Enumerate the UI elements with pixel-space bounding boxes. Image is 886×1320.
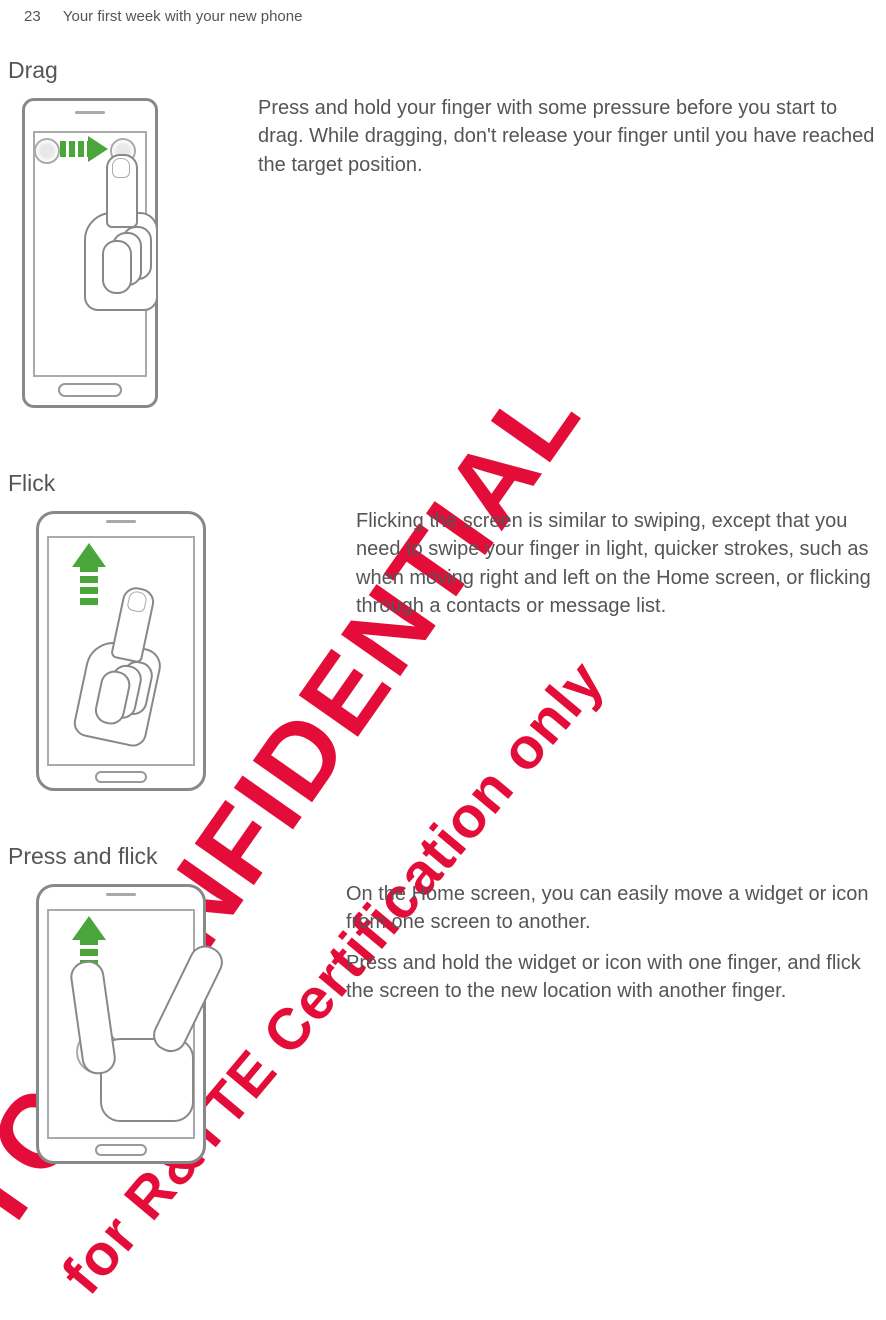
body-press-and-flick-1: On the Home screen, you can easily move … xyxy=(346,880,886,937)
page-number: 23 xyxy=(24,8,41,25)
two-finger-hand-icon xyxy=(72,940,232,1130)
section-title-flick: Flick xyxy=(8,470,886,497)
section-flick: Flick xyxy=(0,470,886,811)
section-title-drag: Drag xyxy=(8,57,886,84)
figure-flick xyxy=(36,507,336,811)
section-press-and-flick: Press and flick xyxy=(0,843,886,1204)
chapter-title: Your first week with your new phone xyxy=(63,8,303,25)
figure-press-and-flick xyxy=(36,880,326,1204)
arrow-right-icon xyxy=(60,136,112,162)
page-header: 23 Your first week with your new phone xyxy=(0,0,886,25)
touch-point-icon xyxy=(34,138,60,164)
touch-point-icon xyxy=(110,138,136,164)
section-title-press-and-flick: Press and flick xyxy=(8,843,886,870)
phone-icon xyxy=(36,511,206,791)
body-press-and-flick-2: Press and hold the widget or icon with o… xyxy=(346,949,886,1006)
figure-drag xyxy=(18,94,238,438)
section-drag: Drag xyxy=(0,57,886,438)
body-drag: Press and hold your finger with some pre… xyxy=(258,94,886,179)
arrow-up-icon xyxy=(72,543,106,607)
body-flick: Flicking the screen is similar to swipin… xyxy=(356,507,886,621)
